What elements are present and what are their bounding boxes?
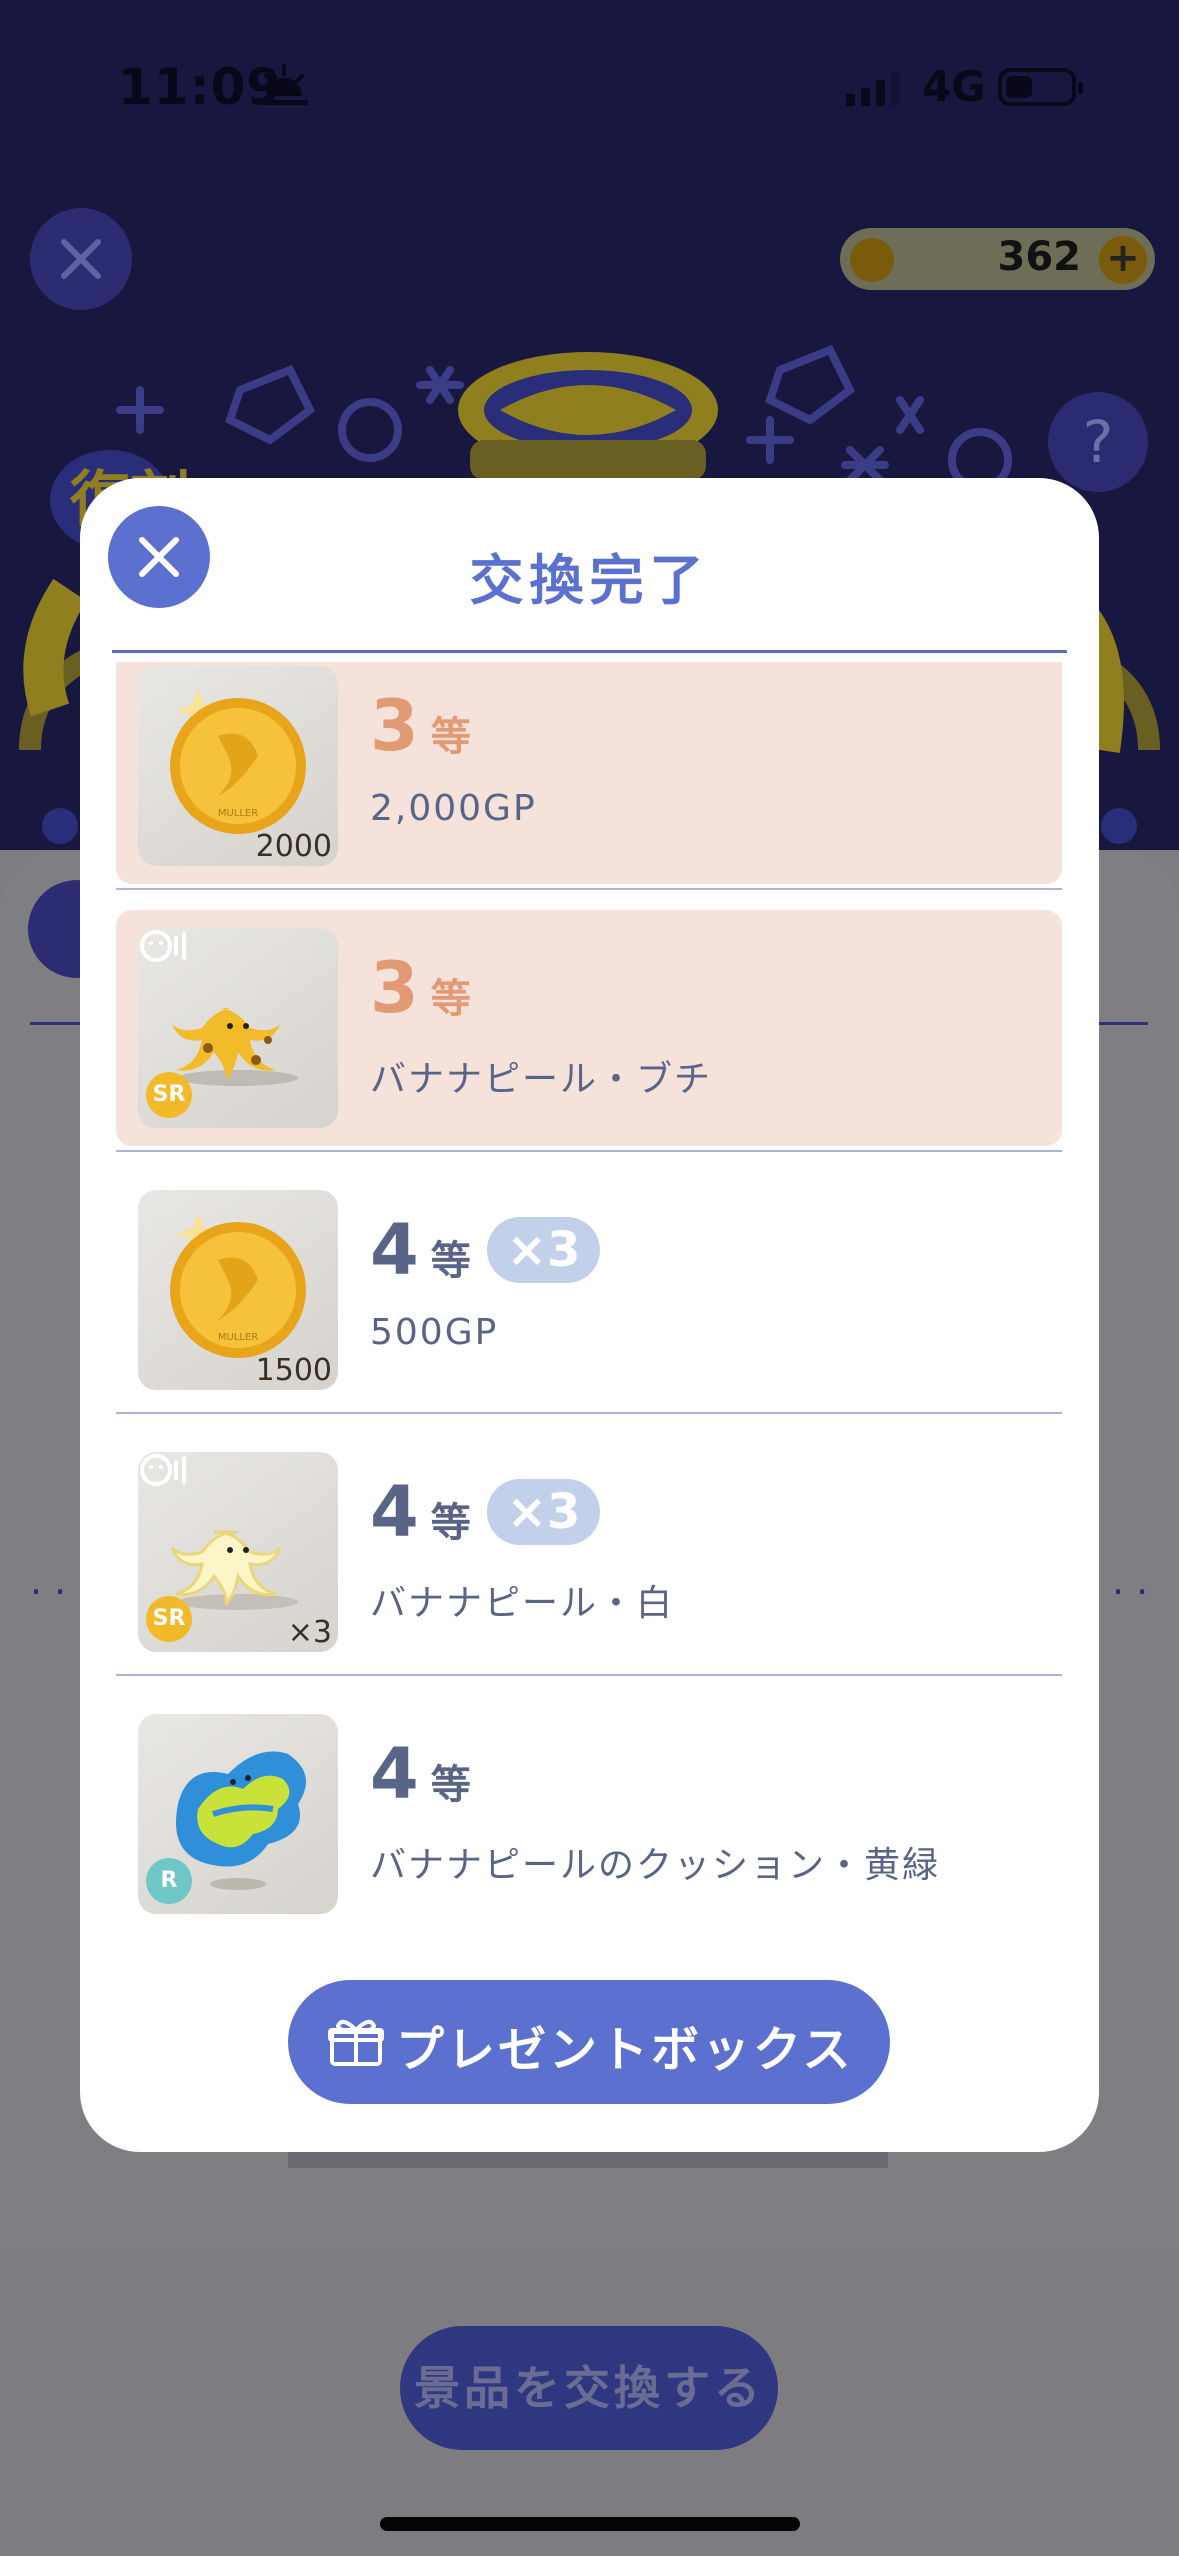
svg-text:MULLER: MULLER (218, 1332, 258, 1343)
network-type: 4G (922, 62, 986, 111)
rarity-badge: SR (146, 1596, 192, 1642)
battery-icon (998, 68, 1083, 106)
signal-icon (846, 70, 900, 106)
exchange-prize-button[interactable]: 景品を交換する (400, 2326, 778, 2450)
present-box-label: プレゼントボックスへ (396, 2022, 854, 2148)
prize-rank: 4 等 ×3 (370, 1209, 601, 1291)
prize-name: 2,000GP (370, 788, 537, 829)
prize-name: バナナピールのクッション・黄緑 (370, 1845, 941, 1886)
title-divider (112, 650, 1067, 653)
rank-unit: 等 (430, 1500, 471, 1546)
coin-count: 362 (997, 234, 1082, 280)
prize-row: MULLER 2000 3 等 2,000GP (116, 662, 1062, 890)
prize-rank: 4 等 ×3 (370, 1471, 601, 1553)
gp-coin-thumbnail: MULLER 1500 (138, 1190, 338, 1390)
rank-unit: 等 (430, 976, 471, 1022)
svg-text:MULLER: MULLER (218, 808, 258, 819)
home-indicator[interactable] (380, 2517, 800, 2531)
row-divider (116, 1412, 1062, 1414)
coin-icon (850, 238, 894, 282)
gift-icon (328, 2019, 384, 2066)
prize-row: SR ×3 4 等 ×3 バナナピール・白 (116, 1434, 1062, 1676)
row-divider (116, 1150, 1062, 1152)
rank-unit: 等 (430, 714, 471, 760)
rank-unit: 等 (430, 1238, 471, 1284)
quantity-badge: ×3 (486, 1217, 601, 1283)
rank-number: 4 (370, 1733, 419, 1815)
rarity-badge: SR (146, 1072, 192, 1118)
prize-row: MULLER 1500 4 等 ×3 500GP (116, 1172, 1062, 1414)
thumb-quantity: 1500 (255, 1353, 332, 1388)
gp-coin-thumbnail: MULLER 2000 (138, 666, 338, 866)
prize-row: SR 3 等 バナナピール・ブチ (116, 910, 1062, 1152)
background-dots-right: ·· (1112, 1570, 1161, 1614)
rarity-badge: R (146, 1858, 192, 1904)
voice-icon (140, 930, 186, 962)
present-box-button[interactable]: プレゼントボックスへ (288, 1980, 890, 2148)
row-divider (116, 1674, 1062, 1676)
rank-number: 3 (370, 947, 419, 1029)
prize-list[interactable]: MULLER 2000 3 等 2,000GP SR 3 等 バナナピール・ブチ… (116, 662, 1062, 1932)
thumb-quantity: ×3 (287, 1615, 332, 1650)
prize-name: 500GP (370, 1312, 499, 1353)
prize-rank: 3 等 (370, 948, 471, 1028)
banana-peel-spotted-thumbnail: SR (138, 928, 338, 1128)
background-dots-left: ·· (30, 1570, 79, 1614)
voice-icon (140, 1454, 186, 1486)
rank-number: 4 (370, 1471, 419, 1553)
add-coins-button[interactable]: + (1099, 236, 1147, 284)
sunset-icon (260, 64, 308, 105)
thumb-quantity: 2000 (255, 829, 332, 864)
rank-number: 4 (370, 1209, 419, 1291)
cushion-thumbnail: R (138, 1714, 338, 1914)
background-close-button[interactable] (30, 208, 132, 310)
banana-peel-white-thumbnail: SR ×3 (138, 1452, 338, 1652)
prize-rank: 3 等 (370, 686, 471, 766)
rank-unit: 等 (430, 1762, 471, 1808)
row-divider (116, 888, 1062, 890)
help-button[interactable]: ? (1048, 392, 1148, 492)
exchange-complete-dialog: 交換完了 MULLER 2000 3 等 2,000GP SR 3 等 バナナピ… (80, 478, 1099, 2152)
prize-name: バナナピール・白 (370, 1583, 675, 1624)
prize-row: R 4 等 バナナピールのクッション・黄緑 (116, 1696, 1062, 1932)
prize-name: バナナピール・ブチ (370, 1059, 713, 1100)
quantity-badge: ×3 (486, 1479, 601, 1545)
rank-number: 3 (370, 685, 419, 767)
coin-balance: 362 + (840, 228, 1155, 290)
dialog-title: 交換完了 (469, 549, 710, 612)
prize-rank: 4 等 (370, 1734, 471, 1814)
